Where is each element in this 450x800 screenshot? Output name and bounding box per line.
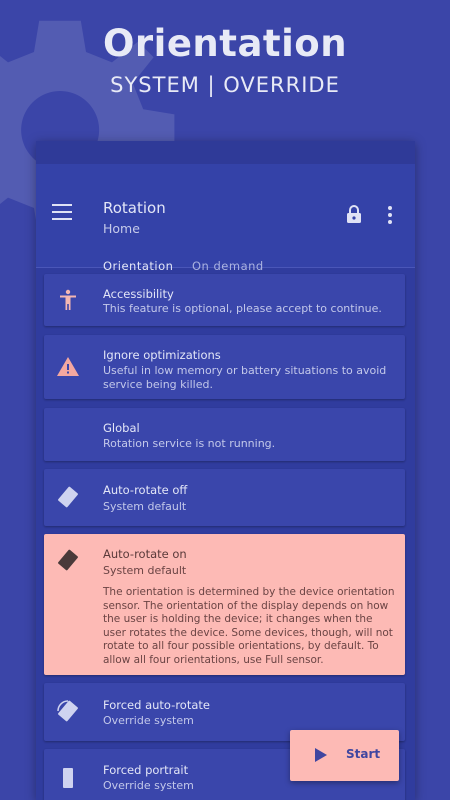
forced-rotation-icon [57, 700, 78, 722]
app-title: Rotation [103, 199, 166, 217]
item-title: Auto-rotate on [103, 547, 187, 561]
item-subtitle: Rotation service is not running. [103, 437, 276, 450]
play-icon [315, 748, 327, 762]
item-title: Ignore optimizations [103, 348, 221, 362]
app-subtitle: Home [103, 221, 140, 236]
lock-icon[interactable] [346, 205, 362, 223]
item-title: Forced portrait [103, 763, 189, 777]
start-button-label: Start [346, 747, 381, 761]
portrait-icon [63, 768, 73, 788]
item-subtitle: Override system [103, 714, 194, 727]
item-title: Accessibility [103, 287, 174, 301]
promo-subtitle: SYSTEM | OVERRIDE [110, 73, 340, 97]
phone-screen: Rotation Home Orientation On demand Acce… [36, 141, 415, 800]
item-title: Forced auto-rotate [103, 698, 210, 712]
start-button[interactable]: Start [290, 730, 399, 781]
accessibility-icon [60, 289, 76, 310]
tab-orientation[interactable]: Orientation [103, 259, 173, 273]
app-bar: Rotation Home Orientation On demand [36, 164, 415, 289]
screen-lock-rotation-icon [58, 486, 78, 508]
warning-icon [57, 357, 79, 376]
item-subtitle: System default [103, 500, 187, 513]
item-subtitle: System default [103, 564, 187, 577]
status-bar [36, 141, 415, 164]
item-subtitle: This feature is optional, please accept … [103, 302, 382, 315]
list-item-global[interactable]: Global Rotation service is not running. [44, 408, 405, 461]
more-vert-icon[interactable] [386, 205, 394, 225]
list-item-ignore-optimizations[interactable]: Ignore optimizations Useful in low memor… [44, 335, 405, 399]
list-item-auto-rotate-on[interactable]: Auto-rotate on System default The orient… [44, 534, 405, 675]
promo-title: Orientation [102, 22, 348, 65]
item-title: Global [103, 421, 140, 435]
list-item-accessibility[interactable]: Accessibility This feature is optional, … [44, 274, 405, 326]
list-item-auto-rotate-off[interactable]: Auto-rotate off System default [44, 469, 405, 526]
tab-on-demand[interactable]: On demand [192, 259, 264, 273]
item-subtitle: Useful in low memory or battery situatio… [103, 364, 387, 391]
item-description: The orientation is determined by the dev… [103, 586, 395, 666]
menu-icon[interactable] [52, 204, 72, 220]
item-subtitle: Override system [103, 779, 194, 792]
screen-rotation-icon [58, 549, 78, 571]
item-title: Auto-rotate off [103, 483, 188, 497]
